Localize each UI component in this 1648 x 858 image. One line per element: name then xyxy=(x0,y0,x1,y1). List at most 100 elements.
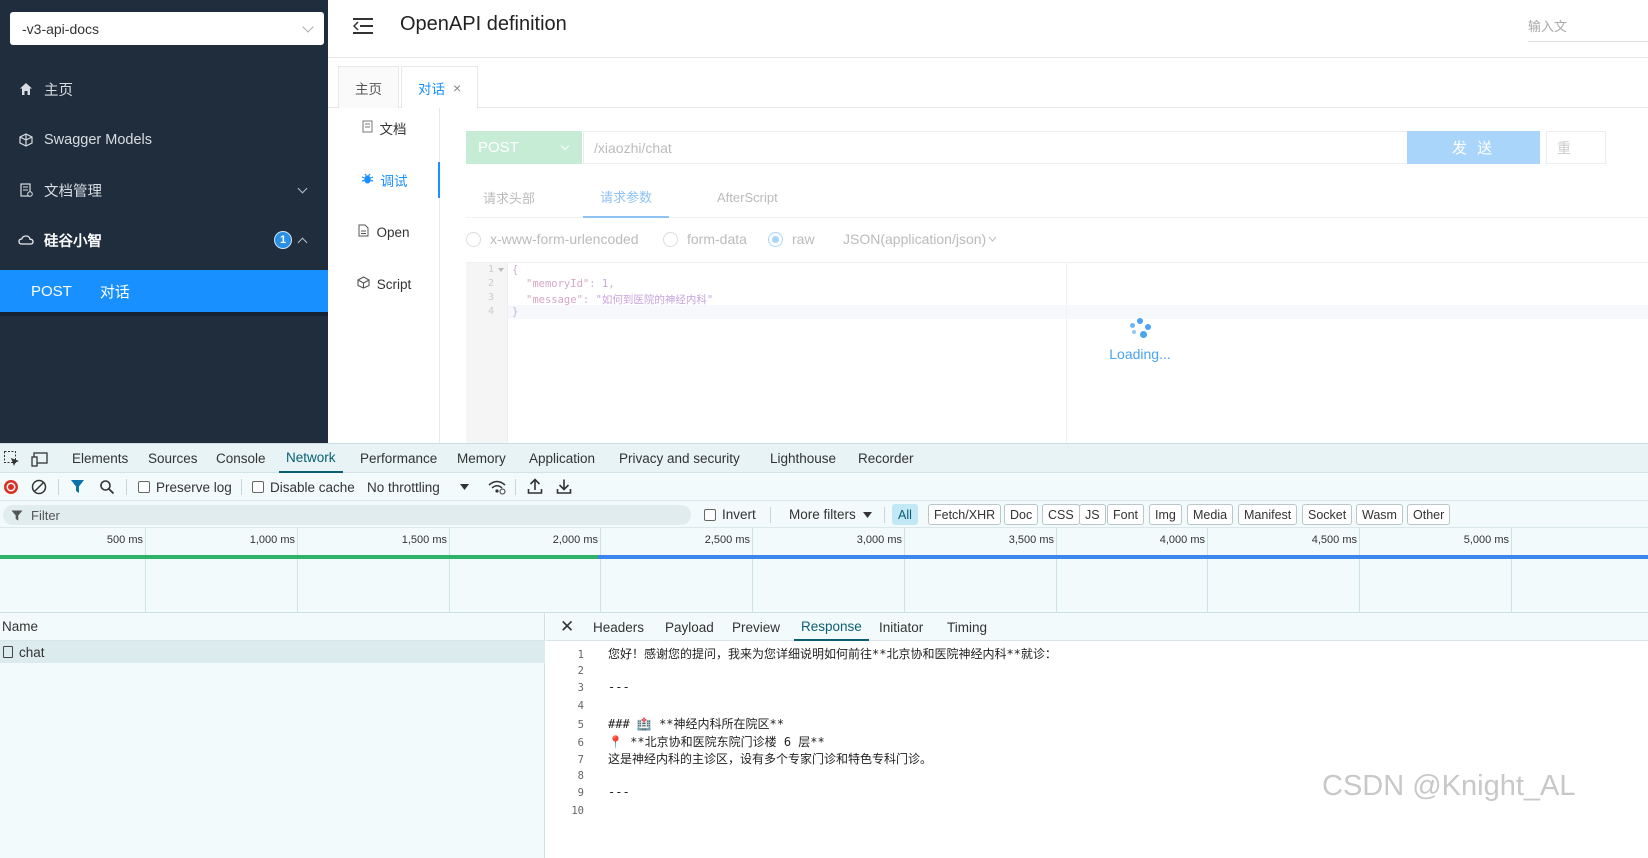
detail-tab-response[interactable]: Response xyxy=(794,613,869,641)
devtools-tab-memory[interactable]: Memory xyxy=(457,444,506,473)
disable-cache-checkbox[interactable]: Disable cache xyxy=(252,473,355,501)
filter-icon[interactable] xyxy=(70,479,85,495)
timeline-tick: 1,500 ms xyxy=(401,534,447,546)
filter-chip-img[interactable]: Img xyxy=(1149,504,1182,525)
method-value: POST xyxy=(478,139,519,156)
tab-label: 对话 xyxy=(418,82,445,97)
sidebar-item-label: 主页 xyxy=(44,82,73,99)
filter-chip-all[interactable]: All xyxy=(892,504,918,525)
grid-line xyxy=(1207,528,1208,613)
close-icon[interactable]: × xyxy=(453,80,461,96)
response-line: 8 xyxy=(546,768,608,786)
detail-tab-timing[interactable]: Timing xyxy=(947,613,987,641)
filter-input[interactable]: Filter xyxy=(3,505,691,525)
radio-raw[interactable]: raw xyxy=(768,231,815,247)
api-group-value: -v3-api-docs xyxy=(22,20,100,37)
menu-collapse-icon[interactable] xyxy=(353,17,373,35)
tab-home[interactable]: 主页 xyxy=(338,66,399,108)
filter-chip-css[interactable]: CSS xyxy=(1042,504,1080,525)
filter-chip-fetch-xhr[interactable]: Fetch/XHR xyxy=(928,504,1002,525)
loading-text: Loading... xyxy=(1109,346,1171,362)
more-filters-dropdown[interactable]: More filters xyxy=(789,501,872,528)
devtools-tab-lighthouse[interactable]: Lighthouse xyxy=(770,444,836,473)
tab-script[interactable]: Script xyxy=(328,264,440,304)
detail-tab-headers[interactable]: Headers xyxy=(593,613,644,641)
chevron-up-icon xyxy=(297,237,308,248)
divider xyxy=(241,479,242,495)
close-icon[interactable]: ✕ xyxy=(560,617,574,637)
caret-down-icon xyxy=(862,511,872,518)
record-stop-icon[interactable] xyxy=(3,479,19,495)
network-timeline[interactable]: 500 ms 1,000 ms 1,500 ms 2,000 ms 2,500 … xyxy=(0,528,1648,613)
devtools-tab-elements[interactable]: Elements xyxy=(72,444,128,473)
sidebar-item-home[interactable]: 主页 xyxy=(0,64,328,114)
devtools-tab-network[interactable]: Network xyxy=(279,444,343,473)
tab-doc[interactable]: 文档 xyxy=(328,108,440,148)
sidebar-item-swagger-models[interactable]: Swagger Models xyxy=(0,115,328,165)
line-number: 5 xyxy=(577,719,584,731)
tab-chat[interactable]: 对话 × xyxy=(401,66,479,109)
clear-icon[interactable] xyxy=(31,479,47,495)
method-select[interactable]: POST xyxy=(466,131,582,164)
sidebar-item-doc-manage[interactable]: 文档管理 xyxy=(0,165,328,215)
preserve-log-checkbox[interactable]: Preserve log xyxy=(138,473,232,501)
tab-afterscript[interactable]: AfterScript xyxy=(717,176,778,218)
search-input[interactable]: 输入文 xyxy=(1528,16,1648,42)
invert-checkbox[interactable]: Invert xyxy=(704,501,756,528)
filter-chip-js[interactable]: JS xyxy=(1079,504,1106,525)
radio-urlencoded[interactable]: x-www-form-urlencoded xyxy=(466,231,639,247)
raw-type-select[interactable]: JSON(application/json) xyxy=(843,231,997,247)
body-editor[interactable]: 1 2 3 4 { "memoryId": 1, "message": "如何到… xyxy=(466,262,1648,444)
table-row[interactable]: chat xyxy=(0,641,545,663)
divider xyxy=(0,312,328,316)
tab-request-headers[interactable]: 请求头部 xyxy=(483,176,535,218)
devtools-tab-console[interactable]: Console xyxy=(216,444,266,473)
fold-icon[interactable] xyxy=(498,268,504,273)
line-number: 3 xyxy=(487,292,494,303)
filter-chip-doc[interactable]: Doc xyxy=(1004,504,1039,525)
devtools-tab-application[interactable]: Application xyxy=(529,444,595,473)
sidebar-subitem-chat[interactable]: POST 对话 xyxy=(0,270,328,312)
filter-chip-font[interactable]: Font xyxy=(1107,504,1145,525)
upload-icon[interactable] xyxy=(527,478,543,495)
download-icon[interactable] xyxy=(556,478,572,495)
loading-indicator: Loading... xyxy=(1100,318,1180,368)
code-token: , xyxy=(608,278,615,290)
tab-label: 文档 xyxy=(379,122,407,137)
filter-chip-other[interactable]: Other xyxy=(1407,504,1451,525)
detail-tab-payload[interactable]: Payload xyxy=(665,613,714,641)
devtools-tab-performance[interactable]: Performance xyxy=(360,444,437,473)
filter-chip-manifest[interactable]: Manifest xyxy=(1238,504,1298,525)
detail-tab-initiator[interactable]: Initiator xyxy=(879,613,923,641)
url-input[interactable]: /xiaozhi/chat xyxy=(583,131,1408,164)
send-button[interactable]: 发 送 xyxy=(1407,131,1540,164)
api-group-select[interactable]: -v3-api-docs xyxy=(10,12,324,45)
filter-chip-media[interactable]: Media xyxy=(1187,504,1234,525)
detail-tab-preview[interactable]: Preview xyxy=(732,613,780,641)
grid-line xyxy=(145,528,146,613)
devtools-tab-privacy[interactable]: Privacy and security xyxy=(619,444,740,473)
search-icon[interactable] xyxy=(99,479,115,495)
grid-line xyxy=(600,528,601,613)
detail-tab-bar: ✕ Headers Payload Preview Response Initi… xyxy=(546,613,1648,641)
network-conditions-icon[interactable] xyxy=(487,479,507,495)
line-number: 3 xyxy=(577,682,584,694)
devtools-tab-recorder[interactable]: Recorder xyxy=(858,444,914,473)
tab-debug[interactable]: 调试 xyxy=(328,160,440,200)
response-body[interactable]: 1 您好！感谢您的提问，我来为您详细说明如何前往**北京协和医院神经内科**就诊：… xyxy=(546,645,1648,858)
reset-button[interactable]: 重 xyxy=(1546,131,1606,164)
throttling-select[interactable]: No throttling xyxy=(367,473,469,501)
tab-request-params[interactable]: 请求参数 xyxy=(583,176,670,218)
radio-form-data[interactable]: form-data xyxy=(663,231,747,247)
request-name: chat xyxy=(19,644,45,660)
filter-chip-wasm[interactable]: Wasm xyxy=(1356,504,1403,525)
device-toolbar-icon[interactable] xyxy=(31,450,49,468)
column-header-name[interactable]: Name xyxy=(0,613,545,641)
active-line-highlight xyxy=(466,305,1648,319)
inspect-element-icon[interactable] xyxy=(3,450,21,468)
chevron-down-icon xyxy=(560,141,570,151)
filter-chip-socket[interactable]: Socket xyxy=(1302,504,1353,525)
devtools-tab-sources[interactable]: Sources xyxy=(148,444,198,473)
tab-open[interactable]: Open xyxy=(328,212,440,252)
sidebar-item-guigu-xiaozhi[interactable]: 硅谷小智 1 xyxy=(0,215,328,265)
